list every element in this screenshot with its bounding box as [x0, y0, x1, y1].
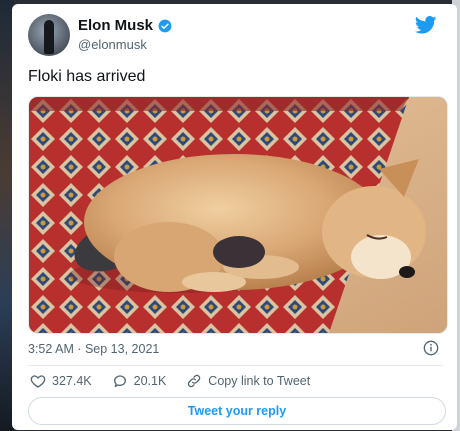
avatar[interactable]	[28, 14, 70, 56]
divider	[28, 365, 443, 366]
copy-link-label: Copy link to Tweet	[208, 374, 311, 388]
avatar-figure	[44, 20, 54, 54]
reply-button[interactable]: 20.1K	[112, 373, 167, 389]
author-name-row: Elon Musk	[78, 17, 172, 34]
tweet-your-reply-button[interactable]: Tweet your reply	[28, 397, 446, 425]
heart-icon	[30, 375, 46, 388]
verified-badge-icon	[158, 19, 172, 32]
puppy-photo-illustration	[29, 97, 447, 333]
link-icon	[188, 374, 201, 388]
info-icon[interactable]	[423, 340, 439, 356]
author-handle[interactable]: @elonmusk	[78, 37, 147, 52]
twitter-bird-icon[interactable]	[415, 16, 437, 34]
reply-bubble-icon	[113, 375, 126, 387]
tweet-actions: 327.4K 20.1K Copy link to Tweet	[30, 373, 330, 389]
like-button[interactable]: 327.4K	[30, 373, 92, 389]
author-display-name[interactable]: Elon Musk	[78, 17, 153, 34]
tweet-text: Floki has arrived	[28, 68, 146, 85]
copy-link-button[interactable]: Copy link to Tweet	[186, 373, 310, 389]
like-count: 327.4K	[52, 374, 92, 388]
reply-cta-label: Tweet your reply	[187, 404, 287, 418]
tweet-media-photo[interactable]	[28, 96, 448, 334]
tweet-card: Elon Musk @elonmusk Floki has arrived 3:…	[12, 4, 457, 430]
reply-count: 20.1K	[133, 374, 167, 388]
tweet-timestamp[interactable]: 3:52 AM · Sep 13, 2021	[28, 342, 159, 356]
